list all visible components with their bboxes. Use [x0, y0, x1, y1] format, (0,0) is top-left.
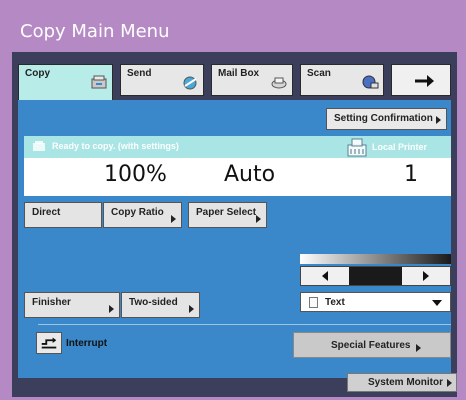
interrupt-label: Interrupt [66, 338, 108, 349]
title-bar: Copy Main Menu [12, 14, 457, 50]
interrupt-icon [41, 337, 57, 349]
two-sided-button[interactable]: Two-sided [121, 292, 200, 318]
arrow-right-icon [415, 75, 434, 87]
triangle-right-icon [436, 116, 441, 124]
send-icon [183, 76, 197, 90]
triangle-right-icon [416, 344, 421, 352]
tab-send[interactable]: Send [120, 64, 204, 96]
copy-ratio-button[interactable]: Copy Ratio [103, 202, 182, 228]
paper-select-button[interactable]: Paper Select [188, 202, 267, 228]
tab-mail-box-label: Mail Box [218, 68, 260, 79]
density-slider[interactable] [300, 266, 451, 286]
density-lighter-button[interactable] [301, 267, 349, 285]
system-monitor-button[interactable]: System Monitor [347, 373, 457, 392]
special-features-label: Special Features [331, 340, 411, 351]
copy-ratio-value: 100% [104, 162, 167, 187]
paper-select-button-label: Paper Select [196, 207, 257, 218]
triangle-right-icon [256, 215, 261, 223]
paper-size-value: Auto [224, 162, 276, 187]
finisher-button[interactable]: Finisher [24, 292, 120, 318]
setting-confirmation-button[interactable]: Setting Confirmation [326, 108, 447, 130]
local-printer-icon [347, 138, 367, 157]
tab-copy[interactable]: Copy [18, 64, 113, 100]
triangle-right-icon [171, 215, 176, 223]
local-printer-label: Local Printer [372, 142, 428, 152]
system-monitor-label: System Monitor [368, 377, 444, 388]
window-title: Copy Main Menu [20, 21, 170, 42]
special-features-button[interactable]: Special Features [293, 332, 451, 358]
copy-ratio-button-label: Copy Ratio [111, 207, 164, 218]
scan-icon [362, 75, 379, 89]
copy-quantity-value: 1 [404, 162, 418, 187]
triangle-right-icon [109, 305, 114, 313]
triangle-left-icon [322, 271, 328, 281]
two-sided-button-label: Two-sided [129, 297, 178, 308]
document-icon [309, 297, 318, 308]
tab-send-label: Send [127, 68, 152, 79]
copy-settings-panel: Setting Confirmation Ready to copy. (wit… [18, 100, 451, 378]
tab-mail-box[interactable]: Mail Box [211, 64, 293, 96]
tab-copy-label: Copy [25, 68, 50, 79]
copy-readout: 100% Auto 1 [24, 158, 451, 196]
interrupt-button[interactable] [36, 332, 62, 354]
original-type-value: Text [325, 297, 345, 308]
finisher-button-label: Finisher [32, 297, 71, 308]
tab-scan-label: Scan [307, 68, 331, 79]
setting-confirmation-label: Setting Confirmation [334, 113, 433, 124]
triangle-right-icon [189, 305, 194, 313]
copier-screen: Copy Send Mail Box Scan Setting Confirma… [12, 52, 457, 397]
original-type-select[interactable]: Text [300, 292, 451, 312]
tab-row: Copy Send Mail Box Scan [12, 52, 457, 100]
tab-scan[interactable]: Scan [300, 64, 384, 96]
copier-icon [91, 75, 107, 89]
mailbox-icon [271, 77, 287, 89]
direct-button[interactable]: Direct [24, 202, 102, 228]
chevron-down-icon [432, 300, 442, 306]
tab-next-arrow[interactable] [391, 64, 451, 96]
divider [38, 324, 451, 325]
triangle-right-icon [447, 379, 452, 387]
status-bar: Ready to copy. (with settings) Local Pri… [24, 136, 451, 158]
status-message: Ready to copy. (with settings) [52, 141, 179, 151]
copy-status-icon [33, 141, 45, 151]
triangle-right-icon [423, 271, 429, 281]
window-frame: Copy Main Menu Copy Send Mail Box Scan S… [0, 0, 466, 400]
direct-button-label: Direct [32, 207, 61, 218]
density-darker-button[interactable] [402, 267, 450, 285]
density-gradient [300, 254, 451, 264]
